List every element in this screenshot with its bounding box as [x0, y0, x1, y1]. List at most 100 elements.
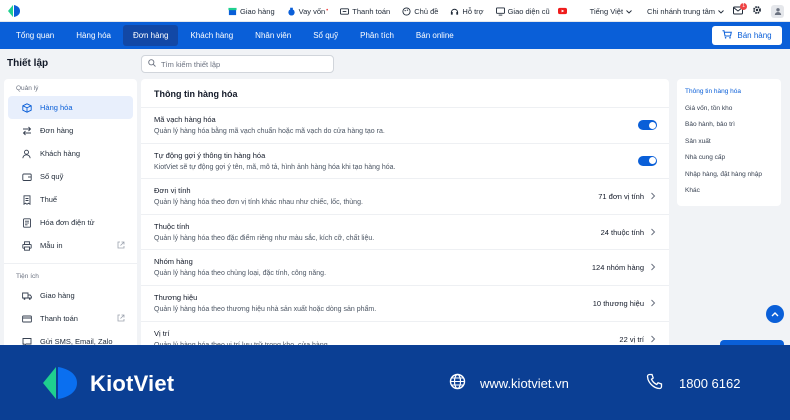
money-bag-icon — [287, 7, 296, 16]
nav-items: Tổng quan Hàng hóa Đơn hàng Khách hàng Nhân … — [0, 22, 464, 49]
top-link-theme[interactable]: Chủ đề — [402, 7, 438, 16]
external-link-icon[interactable] — [117, 314, 125, 322]
setting-row: Tự động gợi ý thông tin hàng hóa KiotViet… — [141, 142, 669, 179]
top-right-controls: Tiếng Việt Chi nhánh trung tâm 1 — [590, 0, 784, 22]
sidebar-item-label: Khách hàng — [40, 149, 81, 158]
box-icon — [22, 102, 32, 113]
footer-phone[interactable]: 1800 6162 — [646, 373, 740, 393]
chevron-up-icon — [771, 310, 779, 319]
footer-website[interactable]: www.kiotviet.vn — [449, 373, 569, 393]
top-link-delivery[interactable]: Giao hàng — [228, 7, 275, 16]
footer-brand: KiotViet — [90, 371, 175, 396]
sidebar-item-label: Thanh toán — [40, 314, 78, 323]
setting-count: 22 vị trí — [619, 334, 644, 344]
monitor-icon — [495, 6, 505, 16]
nav-item-2[interactable]: Hàng hóa — [66, 25, 121, 46]
toc-item[interactable]: Giá vốn, tồn kho — [677, 104, 781, 121]
nav-item-1[interactable]: Tổng quan — [6, 25, 64, 46]
setting-title: Thương hiệu — [154, 292, 198, 302]
nav-item-5[interactable]: Nhân viên — [245, 25, 301, 46]
notification-badge: 1 — [740, 2, 747, 10]
notification-button[interactable]: 1 — [733, 2, 747, 17]
toc-item[interactable]: Khác — [677, 186, 781, 203]
setting-description: KiotViet sẽ tự động gợi ý tên, mã, mô tả… — [154, 163, 396, 171]
setting-title: Tự động gợi ý thông tin hàng hóa — [154, 150, 266, 160]
top-link-old-ui[interactable]: Giao diện cũ — [495, 6, 550, 16]
sidebar-item[interactable]: Thanh toán — [8, 307, 133, 330]
nav-item-6[interactable]: Sổ quỹ — [303, 25, 348, 46]
nav-item-4[interactable]: Khách hàng — [180, 25, 243, 46]
toc-item[interactable]: Thông tin hàng hóa — [677, 87, 781, 104]
chevron-right-icon — [650, 192, 657, 200]
card-icon — [22, 314, 32, 324]
kiotviet-logo-icon — [43, 367, 77, 399]
branch-select[interactable]: Chi nhánh trung tâm — [647, 7, 724, 16]
sidebar-item[interactable]: Giao hàng — [8, 284, 133, 307]
sidebar-item[interactable]: Hóa đơn điện tử — [8, 211, 133, 234]
chevron-right-icon — [650, 263, 657, 271]
sidebar-item-label: Hàng hóa — [40, 103, 73, 112]
sell-button[interactable]: Bán hàng — [712, 26, 782, 45]
sidebar-item[interactable]: Đơn hàng — [8, 119, 133, 142]
store-icon — [228, 7, 237, 16]
avatar[interactable] — [771, 4, 784, 18]
scroll-to-top-button[interactable] — [766, 305, 784, 323]
sidebar-item-label: Giao hàng — [40, 291, 75, 300]
setting-count: 124 nhóm hàng — [591, 263, 644, 273]
chevron-down-icon — [718, 7, 724, 16]
sidebar-item[interactable]: Hàng hóa — [8, 96, 133, 119]
toc-item[interactable]: Sản xuất — [677, 137, 781, 154]
chevron-down-icon — [626, 7, 632, 16]
sidebar-item-label: Mẫu in — [40, 241, 63, 250]
search-input[interactable] — [161, 59, 321, 69]
payment-icon — [340, 7, 350, 16]
setting-row: Mã vạch hàng hóa Quản lý hàng hóa bằng mã… — [141, 107, 669, 143]
kiotviet-logo-icon[interactable] — [6, 3, 22, 19]
language-select[interactable]: Tiếng Việt — [590, 7, 632, 16]
top-link-youtube[interactable] — [557, 7, 567, 16]
setting-title: Mã vạch hàng hóa — [154, 115, 216, 124]
setting-row[interactable]: Nhóm hàng Quản lý hàng hóa theo chủng loạ… — [141, 249, 669, 285]
sidebar-item-label: Sổ quỹ — [40, 172, 64, 181]
toc-item[interactable]: Nhà cung cấp — [677, 153, 781, 170]
top-links: Giao hàng Vay vốn • Thanh toán Chủ đề Hỗ … — [228, 0, 567, 22]
sidebar-item-label: Hóa đơn điện tử — [40, 218, 95, 227]
setting-row[interactable]: Đơn vị tính Quản lý hàng hóa theo đơn vị … — [141, 178, 669, 214]
sidebar-item[interactable]: Khách hàng — [8, 142, 133, 165]
settings-sidebar: Quản lý Hàng hóa Đơn hàng Khách hàng Sổ quỹ… — [4, 79, 137, 349]
section-toc: Thông tin hàng hóa Giá vốn, tồn kho Bảo hà… — [677, 79, 781, 206]
setting-row[interactable]: Thương hiệu Quản lý hàng hóa theo thương … — [141, 284, 669, 321]
chevron-right-icon — [650, 335, 657, 343]
setting-description: Quản lý hàng hóa theo chủng loại, đặc tí… — [154, 270, 327, 278]
gear-icon[interactable] — [752, 5, 762, 17]
settings-search[interactable] — [141, 55, 334, 73]
wallet-icon — [22, 172, 32, 182]
setting-title: Nhóm hàng — [154, 257, 193, 267]
sidebar-item[interactable]: Sổ quỹ — [8, 165, 133, 188]
setting-description: Quản lý hàng hóa theo thương hiệu nhà sả… — [154, 305, 377, 313]
sidebar-item[interactable]: Thuế — [8, 188, 133, 211]
top-link-payment[interactable]: Thanh toán — [340, 7, 390, 16]
setting-toggle[interactable] — [638, 155, 657, 166]
sidebar-group-manage: Quản lý — [16, 85, 39, 92]
toc-item[interactable]: Nhập hàng, đặt hàng nhập — [677, 170, 781, 187]
tax-icon — [22, 194, 32, 205]
sidebar-group-utilities: Tiện ích — [16, 273, 39, 280]
top-link-support[interactable]: Hỗ trợ — [450, 7, 484, 16]
support-icon — [450, 7, 459, 16]
external-link-icon[interactable] — [117, 241, 125, 249]
setting-toggle[interactable] — [638, 120, 657, 130]
setting-row[interactable]: Thuộc tính Quản lý hàng hóa theo đặc điểm… — [141, 213, 669, 250]
toc-item[interactable]: Bảo hành, bảo trì — [677, 120, 781, 137]
youtube-icon — [557, 7, 567, 16]
setting-title: Thuộc tính — [154, 221, 190, 231]
nav-item-3[interactable]: Đơn hàng — [122, 25, 179, 46]
nav-item-8[interactable]: Bán online — [406, 25, 464, 46]
truck-icon — [22, 291, 32, 301]
page-title: Thiết lập — [7, 58, 49, 69]
setting-count: 24 thuộc tính — [600, 227, 644, 237]
sidebar-item[interactable]: Mẫu in — [8, 234, 133, 257]
nav-item-7[interactable]: Phân tích — [350, 25, 404, 46]
top-link-loan[interactable]: Vay vốn • — [287, 7, 328, 16]
footer-banner: KiotViet www.kiotviet.vn 1800 6162 — [0, 345, 790, 420]
